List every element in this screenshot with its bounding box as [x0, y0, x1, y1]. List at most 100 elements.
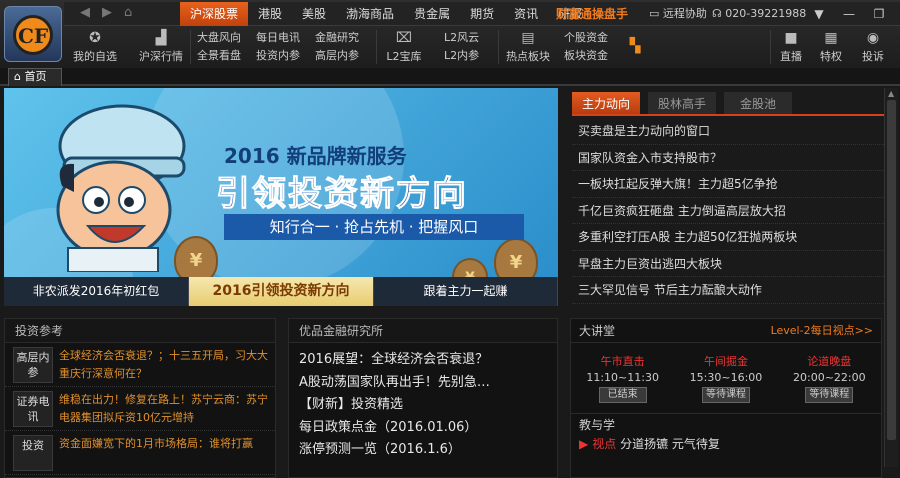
live-button[interactable]: ■ 直播 — [776, 26, 806, 68]
forward-icon[interactable]: ▶ — [102, 5, 124, 20]
ref-text[interactable]: 维稳在出力！修复在路上！苏宁云商：苏宁电器集团拟斥资10亿元增持 — [59, 387, 275, 430]
window-controls: ▼ — ❐ ✕ — [804, 4, 900, 24]
restore-icon[interactable]: ❐ — [864, 4, 894, 24]
news-item[interactable]: 三大罕见信号 节后主力酝酿大动作 — [572, 277, 884, 304]
market-wind-link[interactable]: 大盘风向 — [197, 29, 241, 47]
research-title: 优品金融研究所 — [289, 319, 557, 343]
tab-hk-stocks[interactable]: 港股 — [248, 2, 292, 26]
banner-year-line: 2016 新品牌新服务 — [224, 144, 407, 168]
tab-home[interactable]: ⌂ 首页 — [8, 68, 62, 86]
ref-tag: 投资 — [13, 435, 53, 471]
banner-strip: 非农派发2016年初红包 2016引领投资新方向 跟着主力一起赚 — [4, 277, 558, 306]
news-item[interactable]: 国家队资金入市支持股市？ — [572, 145, 884, 171]
logo-mark: CF — [13, 15, 53, 55]
my-picks-button[interactable]: ✪ 我的自选 — [70, 26, 120, 68]
l2-bank-button[interactable]: ⌧ L2宝库 — [382, 26, 426, 68]
hot-sector-label: 热点板块 — [506, 50, 550, 63]
calendar-icon: ▦ — [824, 30, 838, 46]
teach-item[interactable]: ▶ 视点 分道扬镳 元气待复 — [571, 435, 881, 453]
my-picks-label: 我的自选 — [73, 50, 117, 63]
tab-main-force[interactable]: 主力动向 — [572, 92, 640, 114]
ref-row[interactable]: 投资 资金面嫌宽下的1月市场格局：谁将打赢 — [5, 431, 275, 475]
scrollbar[interactable]: ▲ — [884, 88, 898, 467]
ref-text[interactable]: 资金面嫌宽下的1月市场格局：谁将打赢 — [59, 431, 275, 474]
research-item[interactable]: 2016展望：全球经济会否衰退？ — [289, 349, 557, 372]
tab-us-stocks[interactable]: 美股 — [292, 2, 336, 26]
close-icon[interactable]: ✕ — [894, 4, 900, 24]
tab-gold-pool[interactable]: 金股池 — [724, 92, 792, 114]
gift-icon: ⌧ — [395, 30, 413, 46]
toolbar-pair-1: 大盘风向 全景看盘 — [197, 29, 241, 65]
sector-funds-link[interactable]: 板块资金 — [564, 47, 608, 65]
tab-futures[interactable]: 期货 — [460, 2, 504, 26]
session: 午市直击 11:10~11:30 已结束 — [586, 353, 659, 403]
news-item[interactable]: 买卖盘是主力动向的窗口 — [572, 118, 884, 145]
divider — [770, 30, 771, 64]
toolbar-pair-3: 金融研究 高层内参 — [315, 29, 359, 65]
stock-funds-link[interactable]: 个股资金 — [564, 29, 608, 47]
tab-bohai[interactable]: 渤海商品 — [336, 2, 404, 26]
l2-internal-link[interactable]: L2内参 — [444, 47, 479, 65]
home-tab-icon: ⌂ — [14, 70, 25, 83]
session-status-button[interactable]: 等待课程 — [701, 387, 750, 403]
research-item[interactable]: 每日政策点金（2016.01.06） — [289, 417, 557, 440]
news-item[interactable]: 多重利空打压A股 主力超50亿狂抛两板块 — [572, 224, 884, 251]
star-icon: ✪ — [89, 30, 101, 46]
news-item[interactable]: 早盘主力巨资出逃四大板块 — [572, 251, 884, 277]
l2-bank-label: L2宝库 — [386, 50, 422, 63]
camera-icon: ■ — [784, 30, 798, 46]
tab-metals[interactable]: 贵金属 — [404, 2, 460, 26]
news-item[interactable]: 千亿巨资疯狂砸盘 主力倒逼高层放大招 — [572, 198, 884, 224]
back-icon[interactable]: ◀ — [80, 5, 102, 20]
tab-hs-stocks[interactable]: 沪深股票 — [180, 2, 249, 26]
research-panel: 优品金融研究所 2016展望：全球经济会否衰退？ A股动荡国家队再出手！先别急…… — [288, 318, 558, 478]
banner-strip-item-active[interactable]: 2016引领投资新方向 — [189, 277, 374, 306]
minimize-icon[interactable]: — — [834, 4, 864, 24]
news-item[interactable]: 一板块扛起反弹大旗！主力超5亿争抢 — [572, 171, 884, 198]
toolbar-pair-2: 每日电讯 投资内参 — [256, 29, 300, 65]
research-list: 2016展望：全球经济会否衰退？ A股动荡国家队再出手！先别急… 【财新】投资精… — [289, 343, 557, 462]
home-icon[interactable]: ⌂ — [124, 5, 144, 20]
app-logo[interactable]: CF — [4, 6, 62, 62]
grid-button[interactable]: ▚ — [624, 26, 646, 68]
page-tabbar: ⌂ 首页 — [0, 68, 900, 86]
complaint-button[interactable]: ◉ 投诉 — [858, 26, 888, 68]
remote-assist[interactable]: ▭ 远程协助 — [649, 2, 707, 26]
ref-row[interactable]: 证券电讯 维稳在出力！修复在路上！苏宁云商：苏宁电器集团拟斥资10亿元增持 — [5, 387, 275, 431]
main-force-panel: 主力动向 股林高手 金股池 买卖盘是主力动向的窗口 国家队资金入市支持股市？ 一… — [572, 92, 884, 306]
level2-link[interactable]: Level-2每日视点>> — [771, 319, 873, 342]
privilege-button[interactable]: ▦ 特权 — [816, 26, 846, 68]
scroll-thumb[interactable] — [887, 100, 896, 440]
session: 午间掘金 15:30~16:00 等待课程 — [690, 353, 762, 403]
research-item[interactable]: A股动荡国家队再出手！先别急… — [289, 372, 557, 395]
scroll-up-icon[interactable]: ▲ — [888, 89, 894, 98]
l2-wind-link[interactable]: L2风云 — [444, 29, 479, 47]
session-status-button[interactable]: 等待课程 — [805, 387, 854, 403]
phone-number: ☊ 020-39221988 — [712, 2, 806, 26]
ref-text[interactable]: 全球经济会否衰退？；十三五开局，习大大重庆行深意何在？ — [59, 343, 275, 386]
research-item[interactable]: 【财新】投资精选 — [289, 394, 557, 417]
finance-research-link[interactable]: 金融研究 — [315, 29, 359, 47]
research-item[interactable]: 涨停预测一览（2016.1.6） — [289, 439, 557, 462]
promo-banner[interactable]: ¥ ¥ ¥ 2016 新品牌新服务 引领投资新方向 知行合一 · 抢占先机 · … — [4, 88, 558, 306]
tab-stock-experts[interactable]: 股林高手 — [648, 92, 716, 114]
banner-strip-item[interactable]: 跟着主力一起赚 — [374, 277, 558, 306]
invest-ref-title: 投资参考 — [5, 319, 275, 343]
daily-telegram-link[interactable]: 每日电讯 — [256, 29, 300, 47]
promo-text[interactable]: 财富通操盘手 — [556, 2, 628, 26]
cartoon-character-icon — [56, 104, 186, 272]
menu-icon[interactable]: ▼ — [804, 4, 834, 24]
ref-row[interactable]: 高层内参 全球经济会否衰退？；十三五开局，习大大重庆行深意何在？ — [5, 343, 275, 387]
banner-strip-item[interactable]: 非农派发2016年初红包 — [4, 277, 189, 306]
session-status-button[interactable]: 已结束 — [598, 387, 647, 403]
high-level-link[interactable]: 高层内参 — [315, 47, 359, 65]
hot-sector-button[interactable]: ▤ 热点板块 — [504, 26, 552, 68]
monitor-icon: ▭ — [649, 7, 663, 20]
hs-market-button[interactable]: ▟ 沪深行情 — [136, 26, 186, 68]
panorama-link[interactable]: 全景看盘 — [197, 47, 241, 65]
right-tabs: 主力动向 股林高手 金股池 — [572, 92, 884, 116]
invest-internal-link[interactable]: 投资内参 — [256, 47, 300, 65]
news-list: 买卖盘是主力动向的窗口 国家队资金入市支持股市？ 一板块扛起反弹大旗！主力超5亿… — [572, 118, 884, 304]
tab-news[interactable]: 资讯 — [504, 2, 548, 26]
play-icon: ▶ — [579, 437, 589, 451]
